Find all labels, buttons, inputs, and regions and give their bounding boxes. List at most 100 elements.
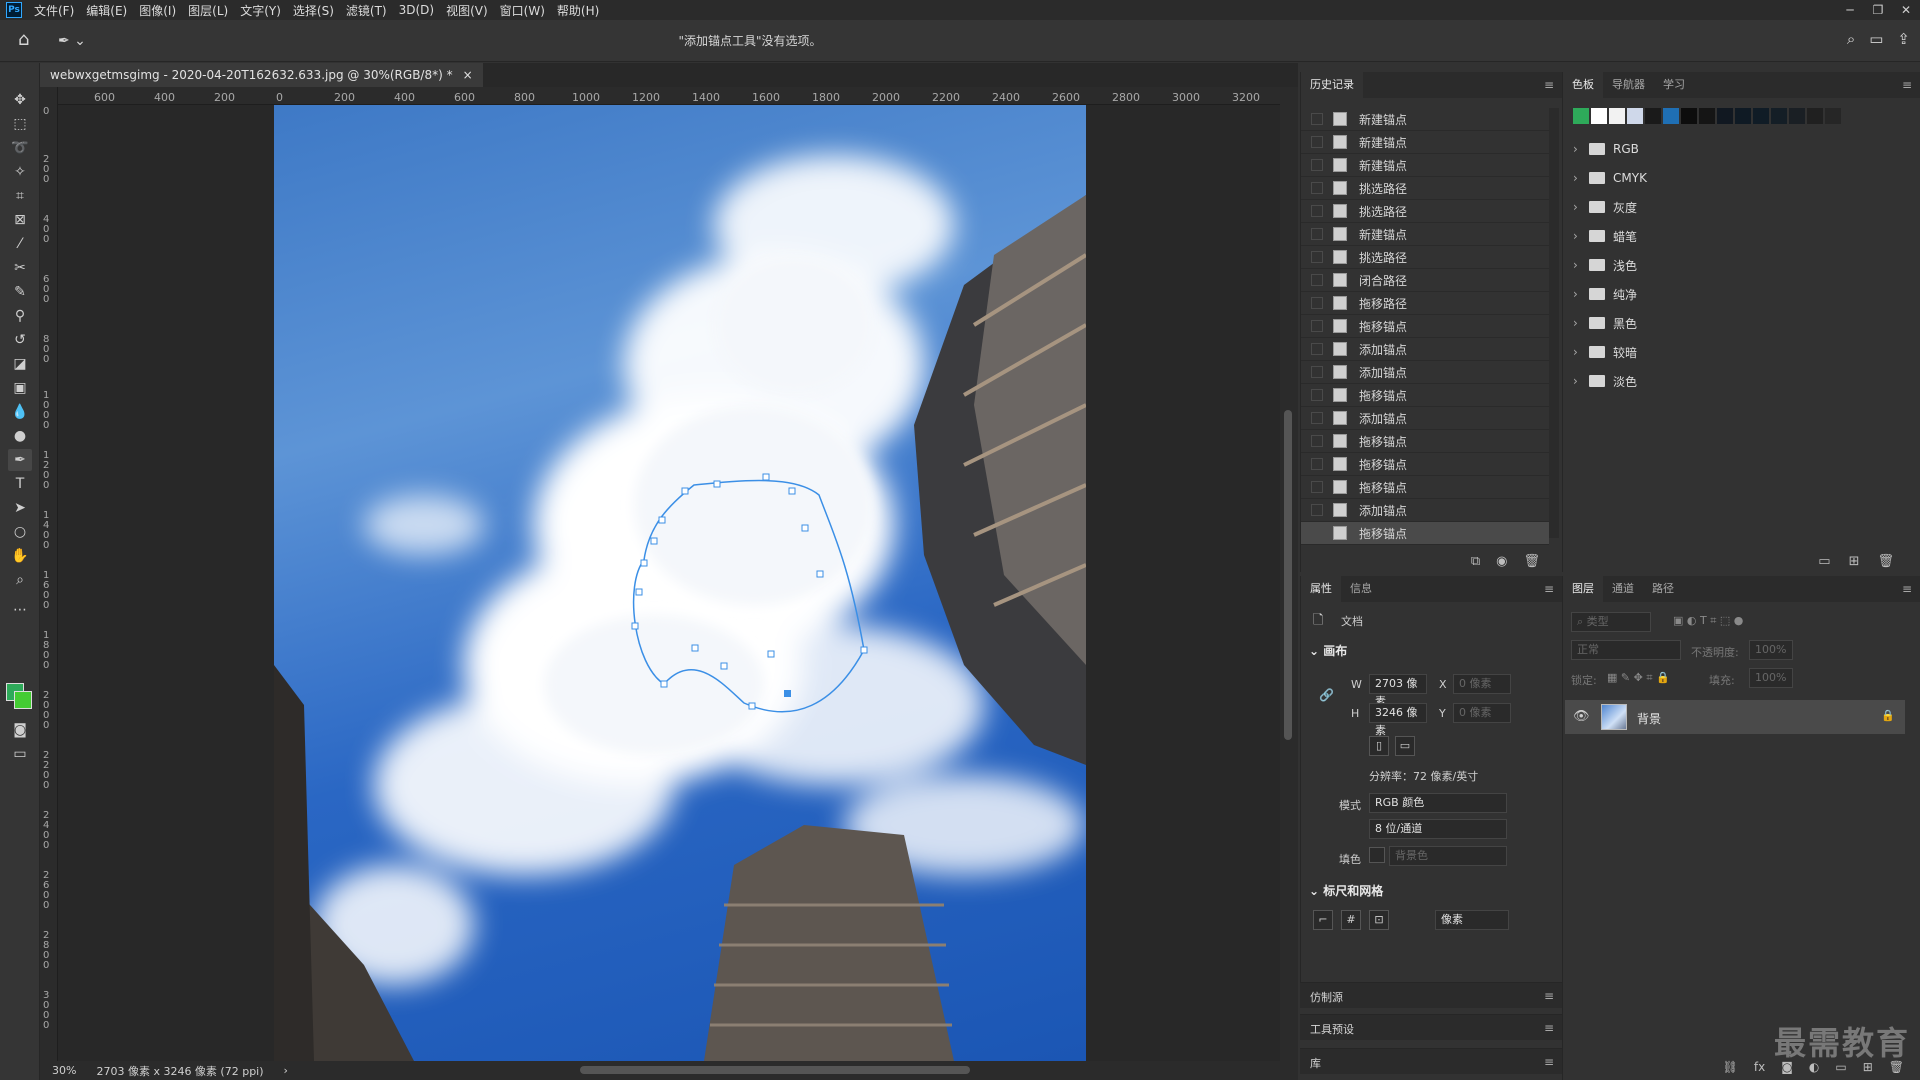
history-item[interactable]: 拖移锚点 <box>1301 476 1549 499</box>
chevron-right-icon[interactable]: › <box>1573 142 1581 156</box>
history-item[interactable]: 添加锚点 <box>1301 499 1549 522</box>
history-item[interactable]: 拖移锚点 <box>1301 430 1549 453</box>
guides-icon[interactable]: ⊡ <box>1369 910 1389 930</box>
canvas-area[interactable] <box>58 105 1280 1061</box>
screen-mode-icon[interactable]: ▭ <box>8 743 32 765</box>
document-image[interactable] <box>274 105 1086 1061</box>
home-icon[interactable]: ⌂ <box>18 30 38 50</box>
history-item[interactable]: 添加锚点 <box>1301 407 1549 430</box>
zoom-tool-icon[interactable]: ⌕ <box>8 569 32 591</box>
type-tool-icon[interactable]: T <box>8 473 32 495</box>
color-swatch[interactable] <box>1645 108 1661 124</box>
menu-3d[interactable]: 3D(D) <box>393 3 440 17</box>
search-icon[interactable]: ⌕ <box>1847 30 1855 48</box>
mode-select[interactable]: RGB 颜色 <box>1369 793 1507 813</box>
tool-presets-panel[interactable]: 工具预设 ≡ <box>1300 1014 1562 1040</box>
history-item[interactable]: 新建锚点 <box>1301 108 1549 131</box>
menu-window[interactable]: 窗口(W) <box>494 2 551 19</box>
panel-menu-icon[interactable]: ≡ <box>1544 582 1554 596</box>
tab-info[interactable]: 信息 <box>1341 576 1381 602</box>
panel-menu-icon[interactable]: ≡ <box>1902 78 1912 92</box>
history-item[interactable]: 拖移路径 <box>1301 292 1549 315</box>
brush-tool-icon[interactable]: ✎ <box>8 281 32 303</box>
color-swatch[interactable] <box>1825 108 1841 124</box>
history-item[interactable]: 拖移锚点 <box>1301 315 1549 338</box>
layer-name[interactable]: 背景 <box>1637 710 1661 727</box>
bit-depth-select[interactable]: 8 位/通道 <box>1369 819 1507 839</box>
chevron-right-icon[interactable]: › <box>1573 316 1581 330</box>
vertical-scroll-thumb[interactable] <box>1284 410 1292 740</box>
history-item[interactable]: 添加锚点 <box>1301 361 1549 384</box>
document-tab[interactable]: webwxgetmsgimg - 2020-04-20T162632.633.j… <box>40 63 483 87</box>
chevron-right-icon[interactable]: › <box>1573 258 1581 272</box>
tab-learn[interactable]: 学习 <box>1654 72 1694 98</box>
eraser-tool-icon[interactable]: ◪ <box>8 353 32 375</box>
tool-preset-picker[interactable]: ✒ ⌄ <box>58 30 94 52</box>
tab-history[interactable]: 历史记录 <box>1301 72 1363 98</box>
menu-edit[interactable]: 编辑(E) <box>80 2 133 19</box>
close-tab-icon[interactable]: × <box>463 63 473 87</box>
share-icon[interactable]: ⇪ <box>1897 30 1910 48</box>
healing-brush-tool-icon[interactable]: ✂ <box>8 257 32 279</box>
quick-mask-icon[interactable]: ◙ <box>8 719 32 741</box>
color-swatch[interactable] <box>1663 108 1679 124</box>
panel-menu-icon[interactable]: ≡ <box>1544 989 1554 1003</box>
fx-icon[interactable]: fx <box>1754 1060 1765 1074</box>
panel-menu-icon[interactable]: ≡ <box>1544 1055 1554 1069</box>
history-source-box[interactable] <box>1311 389 1323 401</box>
chevron-right-icon[interactable]: › <box>1573 200 1581 214</box>
grid-icon[interactable]: # <box>1341 910 1361 930</box>
zoom-level[interactable]: 30% <box>52 1064 76 1077</box>
history-source-box[interactable] <box>1311 320 1323 332</box>
history-source-box[interactable] <box>1311 159 1323 171</box>
canvas-section-header[interactable]: ⌄ 画布 <box>1309 642 1347 659</box>
lock-icon[interactable]: 🔒 <box>1881 709 1895 722</box>
history-item[interactable]: 拖移锚点 <box>1301 384 1549 407</box>
color-swatch[interactable] <box>1735 108 1751 124</box>
trash-icon[interactable]: 🗑 <box>1523 554 1540 569</box>
menu-filter[interactable]: 滤镜(T) <box>340 2 393 19</box>
history-source-box[interactable] <box>1311 136 1323 148</box>
swatch-group[interactable]: › 蜡笔 <box>1573 223 1909 249</box>
history-source-box[interactable] <box>1311 504 1323 516</box>
landscape-orientation-icon[interactable]: ▭ <box>1395 736 1415 756</box>
chevron-right-icon[interactable]: › <box>1573 374 1581 388</box>
clone-stamp-tool-icon[interactable]: ⚲ <box>8 305 32 327</box>
eye-icon[interactable]: 👁 <box>1573 709 1590 724</box>
marquee-tool-icon[interactable]: ⬚ <box>8 113 32 135</box>
history-brush-tool-icon[interactable]: ↺ <box>8 329 32 351</box>
rulers-grids-header[interactable]: ⌄ 标尺和网格 <box>1309 882 1383 899</box>
history-source-box[interactable] <box>1311 435 1323 447</box>
camera-icon[interactable]: ◉ <box>1496 554 1507 569</box>
swatch-group[interactable]: › RGB <box>1573 136 1909 162</box>
minimize-button[interactable]: ─ <box>1836 0 1864 20</box>
history-item[interactable]: 拖移锚点 <box>1301 453 1549 476</box>
swatch-group[interactable]: › 纯净 <box>1573 281 1909 307</box>
history-source-box[interactable] <box>1311 113 1323 125</box>
lasso-tool-icon[interactable]: ➰ <box>8 137 32 159</box>
history-scrollbar[interactable] <box>1549 108 1559 538</box>
blur-tool-icon[interactable]: 💧 <box>8 401 32 423</box>
history-item[interactable]: 新建锚点 <box>1301 154 1549 177</box>
history-item[interactable]: 添加锚点 <box>1301 338 1549 361</box>
new-group-icon[interactable]: ▭ <box>1818 554 1830 569</box>
chevron-right-icon[interactable]: › <box>1573 345 1581 359</box>
history-item[interactable]: 新建锚点 <box>1301 131 1549 154</box>
eyedropper-tool-icon[interactable]: ⁄ <box>8 233 32 255</box>
close-window-button[interactable]: ✕ <box>1892 0 1920 20</box>
lock-icons[interactable]: ▦ ✎ ✥ ⌗ 🔒 <box>1607 671 1670 685</box>
history-item[interactable]: 闭合路径 <box>1301 269 1549 292</box>
panel-menu-icon[interactable]: ≡ <box>1902 582 1912 596</box>
crop-tool-icon[interactable]: ⌗ <box>8 185 32 207</box>
history-source-box[interactable] <box>1311 182 1323 194</box>
swatch-group[interactable]: › CMYK <box>1573 165 1909 191</box>
tab-navigator[interactable]: 导航器 <box>1603 72 1654 98</box>
history-item[interactable]: 挑选路径 <box>1301 246 1549 269</box>
tab-layers[interactable]: 图层 <box>1563 576 1603 602</box>
link-icon[interactable]: 🔗 <box>1319 688 1334 702</box>
chevron-right-icon[interactable]: › <box>1573 171 1581 185</box>
path-selection-tool-icon[interactable]: ➤ <box>8 497 32 519</box>
chevron-right-icon[interactable]: › <box>1573 229 1581 243</box>
swatch-group[interactable]: › 较暗 <box>1573 339 1909 365</box>
color-swatch[interactable] <box>1717 108 1733 124</box>
